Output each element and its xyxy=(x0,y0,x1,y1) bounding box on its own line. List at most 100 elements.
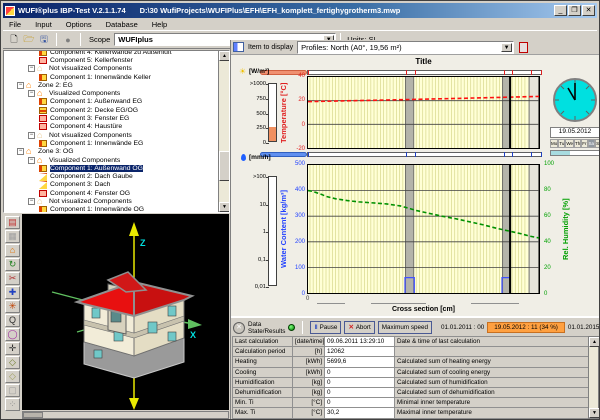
scroll-thumb[interactable] xyxy=(23,412,43,418)
row-value[interactable]: 12062 xyxy=(325,347,395,357)
tree-item[interactable]: Component 1: Innenwände Keller xyxy=(4,73,217,81)
tree-expander-icon[interactable]: − xyxy=(28,132,35,139)
row-value[interactable]: 0 xyxy=(325,367,395,377)
row-value[interactable]: 5699,6 xyxy=(325,357,395,367)
tree-item[interactable]: Component 3: Fenster EG xyxy=(4,114,217,122)
draw-polygon-icon[interactable]: ◇ xyxy=(5,370,20,383)
move-object-icon[interactable]: ✛ xyxy=(5,342,20,355)
scroll-up-icon[interactable]: ▲ xyxy=(589,337,600,347)
axis-tick: 0 xyxy=(287,291,305,297)
row-unit: [kWh] xyxy=(293,357,325,367)
table-row[interactable]: Cooling[kWh]0Calculated sum of cooling e… xyxy=(233,367,589,377)
table-row[interactable]: Dehumidification[kg]0Calculated sum of d… xyxy=(233,387,589,397)
display-options-icon[interactable]: ▤ xyxy=(5,216,20,229)
scroll-down-icon[interactable]: ▼ xyxy=(589,408,600,418)
scroll-thumb[interactable] xyxy=(219,151,230,181)
row-value[interactable]: 0 xyxy=(325,387,395,397)
tree-item[interactable]: −⌂Visualized Components xyxy=(4,156,217,164)
menu-input[interactable]: Input xyxy=(35,20,52,29)
menu-database[interactable]: Database xyxy=(106,20,138,29)
grid-icon[interactable]: ▢ xyxy=(5,384,20,397)
save-file-icon[interactable]: 🖫 xyxy=(37,33,51,46)
title-bar: WUFI®plus IBP-Test V.2.1.1.74 D:\30 Wufi… xyxy=(3,3,597,18)
colorbar-tick: 1 xyxy=(240,229,266,235)
table-row[interactable]: Heating[kWh]5699,6Calculated sum of heat… xyxy=(233,357,589,367)
tree-scrollbar[interactable]: ▲ ▼ xyxy=(218,51,229,212)
building-wizard-icon[interactable]: ⌂ xyxy=(5,244,20,257)
tree-item[interactable]: −⌂Visualized Components xyxy=(4,89,217,97)
menu-options[interactable]: Options xyxy=(66,20,92,29)
tree-expander-icon[interactable]: − xyxy=(28,90,35,97)
tree-item[interactable]: Component 3: Dach xyxy=(4,181,217,189)
menu-help[interactable]: Help xyxy=(152,20,167,29)
tree-item[interactable]: Component 5: Kellerfenster xyxy=(4,56,217,64)
open-file-icon[interactable]: 🗁 xyxy=(22,33,36,46)
tree-item[interactable]: −⌂Not visualized Components xyxy=(4,197,217,205)
minimize-button[interactable]: _ xyxy=(554,5,567,16)
wall-icon xyxy=(39,50,47,56)
cut-section-icon[interactable]: ✂ xyxy=(5,272,20,285)
tree-item-label: Visualized Components xyxy=(49,90,120,97)
pause-button[interactable]: ‖Pause xyxy=(310,321,341,334)
row-value[interactable]: 30,2 xyxy=(325,408,395,418)
tree-item[interactable]: −⌂Not visualized Components xyxy=(4,131,217,139)
max-speed-button[interactable]: Maximum speed xyxy=(378,321,432,334)
tree-item[interactable]: Component 4: Haustüre xyxy=(4,123,217,131)
item-to-display-select[interactable]: Profiles: North (A0°, 19,56 m²) ▼ xyxy=(297,41,514,54)
zoom-icon[interactable]: Q xyxy=(5,314,20,327)
colorbar-tick: >100 xyxy=(240,174,266,180)
table-row[interactable]: Last calculation[date/time]09.06.2011 13… xyxy=(233,337,589,347)
row-value[interactable]: 09.06.2011 13:29:10 xyxy=(325,337,395,347)
tree-expander-icon[interactable]: − xyxy=(17,148,24,155)
table-row[interactable]: Min. Ti[°C]0Minimal inner temperature xyxy=(233,398,589,408)
help-icon[interactable]: ● xyxy=(61,33,75,46)
tree-item[interactable]: Component 1: Außenwand EG xyxy=(4,98,217,106)
tree-item[interactable]: Component 1: Innenwände EG xyxy=(4,139,217,147)
split-view-icon[interactable] xyxy=(233,42,244,52)
select-polygon-icon[interactable]: ◇ xyxy=(5,356,20,369)
tree-item[interactable]: −⌂Zone 3: OG xyxy=(4,148,217,156)
zoom-extents-icon[interactable]: ✳ xyxy=(5,300,20,313)
tree-item[interactable]: Component 2: Decke EG/OG xyxy=(4,106,217,114)
tree-item[interactable]: −⌂Not visualized Components xyxy=(4,65,217,73)
layers-icon[interactable]: ▦ xyxy=(5,230,20,243)
sim-end-time: 01.01.2015 : 00 xyxy=(568,324,600,331)
view3d-hscrollbar[interactable] xyxy=(22,411,229,419)
row-unit: [kg] xyxy=(293,377,325,387)
select-points-icon[interactable]: ⁘ xyxy=(5,398,20,411)
close-button[interactable]: ✕ xyxy=(582,5,595,16)
tree-item[interactable]: Component 1: Außenwand OG xyxy=(4,164,217,172)
table-scrollbar[interactable]: ▲ ▼ xyxy=(588,336,599,419)
scroll-up-icon[interactable]: ▲ xyxy=(219,51,230,61)
table-row[interactable]: Calculation period[h]12062 xyxy=(233,347,589,357)
tree-item[interactable]: Component 1: Innenwände OG xyxy=(4,206,217,213)
menu-file[interactable]: File xyxy=(9,20,21,29)
row-value[interactable]: 0 xyxy=(325,398,395,408)
tree-item[interactable]: −⌂Zone 2: EG xyxy=(4,81,217,89)
view3d-canvas[interactable]: Z X xyxy=(22,214,229,410)
profile-view-icon[interactable] xyxy=(519,42,528,53)
close-panel-icon[interactable]: ✕ xyxy=(233,322,245,334)
water-content-chart[interactable] xyxy=(307,164,540,294)
tree-expander-icon[interactable]: − xyxy=(28,157,35,164)
table-row[interactable]: Humidification[kg]0Calculated sum of hum… xyxy=(233,377,589,387)
table-row[interactable]: Max. Ti[°C]30,2Maximal inner temperature xyxy=(233,408,589,418)
abort-button[interactable]: ✕Abort xyxy=(344,321,374,334)
row-value[interactable]: 0 xyxy=(325,377,395,387)
select-ellipse-icon[interactable]: ◯ xyxy=(5,328,20,341)
temperature-chart[interactable] xyxy=(307,76,540,149)
maximize-button[interactable]: ❐ xyxy=(568,5,581,16)
tree-item[interactable]: Component 2: Dach Gaube xyxy=(4,172,217,180)
scroll-down-icon[interactable]: ▼ xyxy=(219,202,230,212)
component-tree: Component 4: Kellerwände zu AußenluftCom… xyxy=(3,50,230,213)
pan-view-icon[interactable]: ✚ xyxy=(5,286,20,299)
new-file-icon[interactable]: 🗋 xyxy=(7,33,21,46)
rotate-view-icon[interactable]: ↻ xyxy=(5,258,20,271)
tree-expander-icon[interactable]: − xyxy=(28,198,35,205)
tree-expander-icon[interactable]: − xyxy=(28,65,35,72)
colorbar-tick: 500 xyxy=(240,111,266,117)
tree-item[interactable]: Component 4: Fenster OG xyxy=(4,189,217,197)
tree-expander-icon[interactable]: − xyxy=(17,82,24,89)
chevron-down-icon[interactable]: ▼ xyxy=(501,43,512,52)
layer-caption-dash xyxy=(471,303,519,304)
